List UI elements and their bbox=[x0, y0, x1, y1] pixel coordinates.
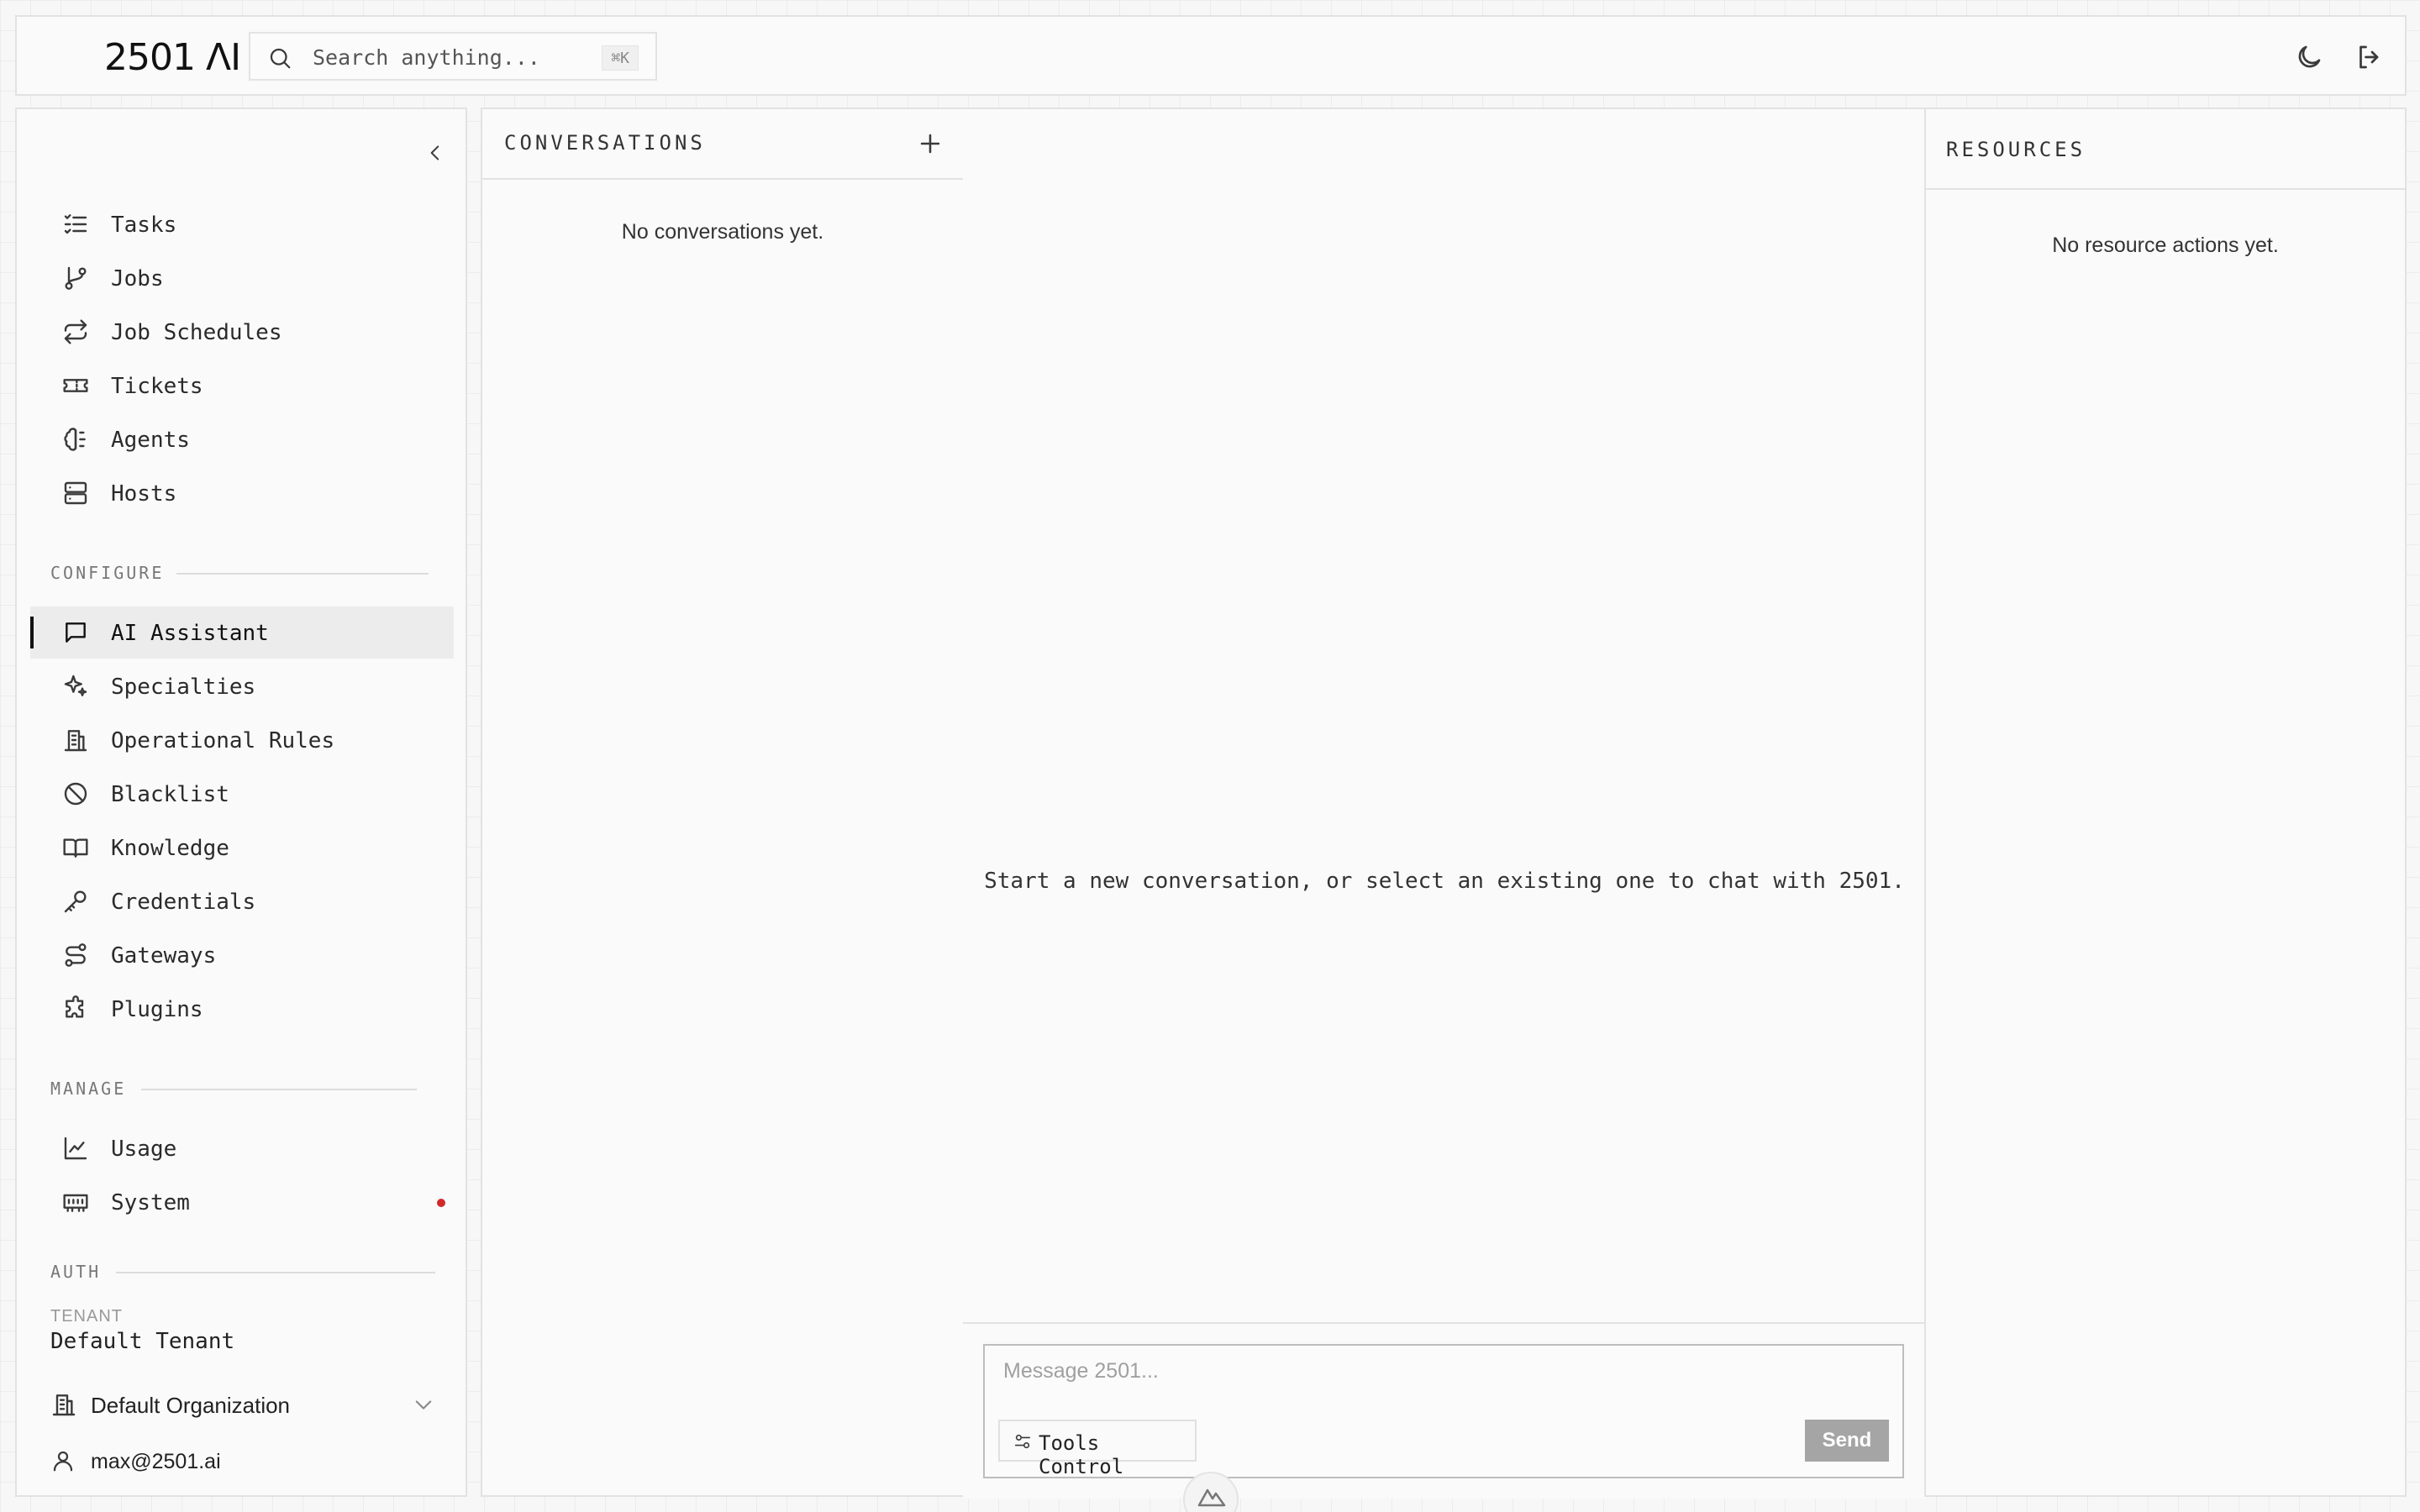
ticket-icon bbox=[62, 372, 89, 399]
sidebar-item-label: Specialties bbox=[111, 675, 256, 700]
key-icon bbox=[62, 888, 89, 915]
sidebar-item-blacklist[interactable]: Blacklist bbox=[30, 768, 454, 820]
resources-title: RESOURCES bbox=[1946, 138, 2086, 161]
memory-icon bbox=[62, 1189, 89, 1215]
message-input-box[interactable]: Message 2501... Tools Control Send bbox=[983, 1344, 1904, 1478]
sidebar-item-system[interactable]: System bbox=[30, 1176, 454, 1228]
sidebar-item-label: AI Assistant bbox=[111, 621, 269, 646]
sidebar-item-tasks[interactable]: Tasks bbox=[30, 198, 454, 250]
chat-panel: Start a new conversation, or select an e… bbox=[963, 108, 1926, 1499]
sidebar-item-jobs[interactable]: Jobs bbox=[30, 252, 454, 304]
sidebar-item-label: Tasks bbox=[111, 213, 177, 238]
sidebar-item-gateways[interactable]: Gateways bbox=[30, 929, 454, 981]
message-square-icon bbox=[62, 619, 89, 646]
top-bar: 2501 ΛI Search anything... ⌘K bbox=[15, 15, 2407, 96]
sidebar-item-label: Hosts bbox=[111, 481, 177, 507]
server-icon bbox=[62, 480, 89, 507]
section-label-configure: CONFIGURE bbox=[50, 563, 165, 583]
sidebar-item-label: Jobs bbox=[111, 266, 164, 291]
send-button[interactable]: Send bbox=[1805, 1420, 1889, 1462]
message-input[interactable]: Message 2501... bbox=[1003, 1359, 1159, 1383]
sidebar-item-ai-assistant[interactable]: AI Assistant bbox=[30, 606, 454, 659]
organization-selector[interactable]: Default Organization bbox=[39, 1379, 450, 1430]
line-chart-icon bbox=[62, 1135, 89, 1162]
moon-icon[interactable] bbox=[2294, 42, 2324, 72]
user-email: max@2501.ai bbox=[91, 1450, 221, 1473]
chat-composer: Message 2501... Tools Control Send bbox=[963, 1322, 1926, 1499]
sparkles-icon bbox=[62, 673, 89, 700]
sidebar-item-job-schedules[interactable]: Job Schedules bbox=[30, 306, 454, 358]
tools-control-label: Tools Control bbox=[1039, 1431, 1124, 1478]
sidebar-item-label: Tickets bbox=[111, 374, 203, 399]
list-check-icon bbox=[62, 211, 89, 238]
sidebar-item-hosts[interactable]: Hosts bbox=[30, 467, 454, 519]
section-label-manage: MANAGE bbox=[50, 1079, 127, 1099]
sidebar-item-label: Job Schedules bbox=[111, 320, 282, 345]
sidebar-item-label: Knowledge bbox=[111, 836, 229, 861]
sidebar-item-credentials[interactable]: Credentials bbox=[30, 875, 454, 927]
app-logo[interactable]: 2501 ΛI bbox=[104, 35, 241, 79]
sidebar-item-label: Agents bbox=[111, 428, 190, 453]
divider bbox=[141, 1089, 417, 1090]
organization-name: Default Organization bbox=[91, 1393, 291, 1418]
puzzle-icon bbox=[62, 995, 89, 1022]
git-branch-icon bbox=[62, 265, 89, 291]
building-icon bbox=[50, 1391, 77, 1418]
route-icon bbox=[62, 942, 89, 969]
sidebar-item-label: Blacklist bbox=[111, 782, 229, 807]
tools-control-button[interactable]: Tools Control bbox=[998, 1420, 1197, 1478]
status-dot bbox=[437, 1199, 445, 1207]
chevron-left-icon bbox=[430, 145, 439, 160]
divider bbox=[176, 573, 429, 575]
resources-empty-text: No resource actions yet. bbox=[2052, 234, 2279, 257]
sidebar-item-label: Usage bbox=[111, 1137, 177, 1162]
search-box[interactable]: Search anything... ⌘K bbox=[249, 32, 657, 81]
book-open-icon bbox=[62, 834, 89, 861]
resources-panel: RESOURCES No resource actions yet. bbox=[1924, 108, 2407, 1497]
conversations-header: CONVERSATIONS bbox=[482, 109, 963, 180]
sidebar: Tasks Jobs Job Schedules Tickets Agents … bbox=[15, 108, 467, 1497]
ban-icon bbox=[62, 780, 89, 807]
search-shortcut-badge: ⌘K bbox=[602, 45, 639, 71]
repeat-icon bbox=[62, 318, 89, 345]
resources-header: RESOURCES bbox=[1926, 109, 2405, 190]
search-icon bbox=[267, 45, 292, 71]
user-menu[interactable]: max@2501.ai bbox=[39, 1438, 450, 1485]
conversations-title: CONVERSATIONS bbox=[504, 131, 706, 155]
new-conversation-button[interactable] bbox=[916, 129, 944, 158]
sidebar-item-plugins[interactable]: Plugins bbox=[30, 983, 454, 1035]
sidebar-item-label: Operational Rules bbox=[111, 728, 335, 753]
sliders-icon bbox=[1013, 1432, 1032, 1451]
sidebar-item-agents[interactable]: Agents bbox=[30, 413, 454, 465]
sidebar-item-usage[interactable]: Usage bbox=[30, 1122, 454, 1174]
logo-text: 2501 ΛI bbox=[104, 35, 241, 79]
conversations-panel: CONVERSATIONS No conversations yet. bbox=[481, 108, 965, 1497]
divider bbox=[116, 1272, 435, 1273]
sidebar-item-knowledge[interactable]: Knowledge bbox=[30, 822, 454, 874]
building-icon bbox=[62, 727, 89, 753]
search-input[interactable]: Search anything... bbox=[313, 45, 540, 70]
sidebar-item-label: Gateways bbox=[111, 943, 217, 969]
sidebar-item-specialties[interactable]: Specialties bbox=[30, 660, 454, 712]
plus-icon bbox=[920, 134, 940, 154]
sidebar-item-tickets[interactable]: Tickets bbox=[30, 360, 454, 412]
chat-empty-state: Start a new conversation, or select an e… bbox=[984, 869, 1905, 894]
collapse-sidebar-button[interactable] bbox=[418, 134, 452, 171]
sidebar-item-operational-rules[interactable]: Operational Rules bbox=[30, 714, 454, 766]
chevron-down-icon bbox=[412, 1393, 435, 1416]
conversations-empty-text: No conversations yet. bbox=[621, 220, 824, 244]
sidebar-item-label: Credentials bbox=[111, 890, 256, 915]
tenant-label: TENANT bbox=[50, 1307, 123, 1326]
section-label-auth: AUTH bbox=[50, 1262, 102, 1282]
user-icon bbox=[50, 1448, 76, 1473]
logout-icon[interactable] bbox=[2354, 42, 2385, 72]
mountain-icon bbox=[1197, 1488, 1226, 1507]
tenant-value: Default Tenant bbox=[50, 1329, 235, 1354]
sidebar-item-label: System bbox=[111, 1190, 190, 1215]
sidebar-item-label: Plugins bbox=[111, 997, 203, 1022]
brain-icon bbox=[62, 426, 89, 453]
